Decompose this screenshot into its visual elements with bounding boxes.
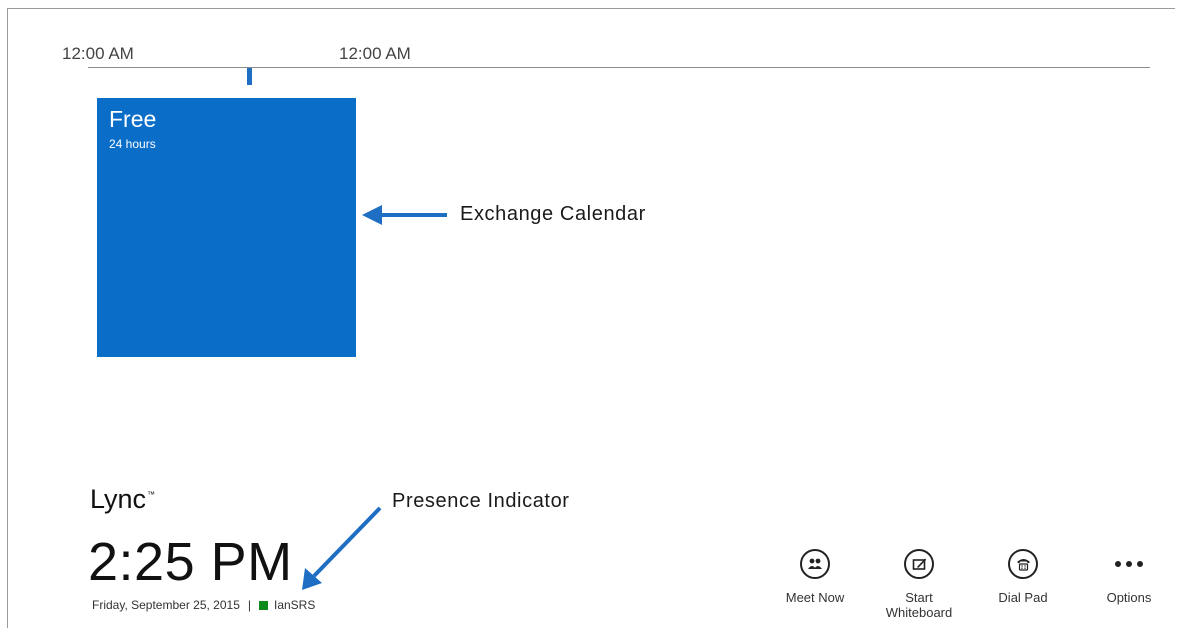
brand-trademark: ™	[147, 490, 156, 499]
whiteboard-icon	[904, 549, 934, 579]
meet-now-button[interactable]: Meet Now	[775, 549, 855, 605]
current-time-marker	[247, 68, 252, 85]
dial-pad-label: Dial Pad	[998, 590, 1048, 605]
brand-name: Lync	[90, 484, 147, 514]
tile-duration: 24 hours	[109, 137, 156, 151]
dial-pad-button[interactable]: Dial Pad	[983, 549, 1063, 605]
separator: |	[247, 598, 251, 612]
clock-time: 2:25 PM	[88, 532, 293, 592]
status-line: Friday, September 25, 2015 | IanSRS	[92, 598, 315, 612]
presence-callout: Presence Indicator	[392, 490, 570, 512]
meet-now-icon	[800, 549, 830, 579]
calendar-callout: Exchange Calendar	[460, 203, 646, 225]
calendar-free-tile[interactable]: Free 24 hours	[97, 98, 356, 357]
dial-pad-icon	[1008, 549, 1038, 579]
lync-logo: Lync™	[90, 484, 155, 515]
current-date: Friday, September 25, 2015	[92, 598, 240, 612]
tile-status: Free	[109, 106, 157, 132]
start-whiteboard-button[interactable]: Start Whiteboard	[879, 549, 959, 620]
signed-in-user[interactable]: IanSRS	[274, 598, 315, 612]
options-label: Options	[1106, 590, 1152, 605]
more-options-icon	[1089, 549, 1169, 579]
meet-now-label: Meet Now	[785, 590, 845, 605]
timeline-end-label: 12:00 AM	[339, 44, 411, 63]
timeline-start-label: 12:00 AM	[62, 44, 134, 63]
options-button[interactable]: Options	[1089, 549, 1169, 605]
start-whiteboard-label: Start Whiteboard	[885, 590, 953, 620]
presence-indicator-icon[interactable]	[259, 600, 268, 610]
